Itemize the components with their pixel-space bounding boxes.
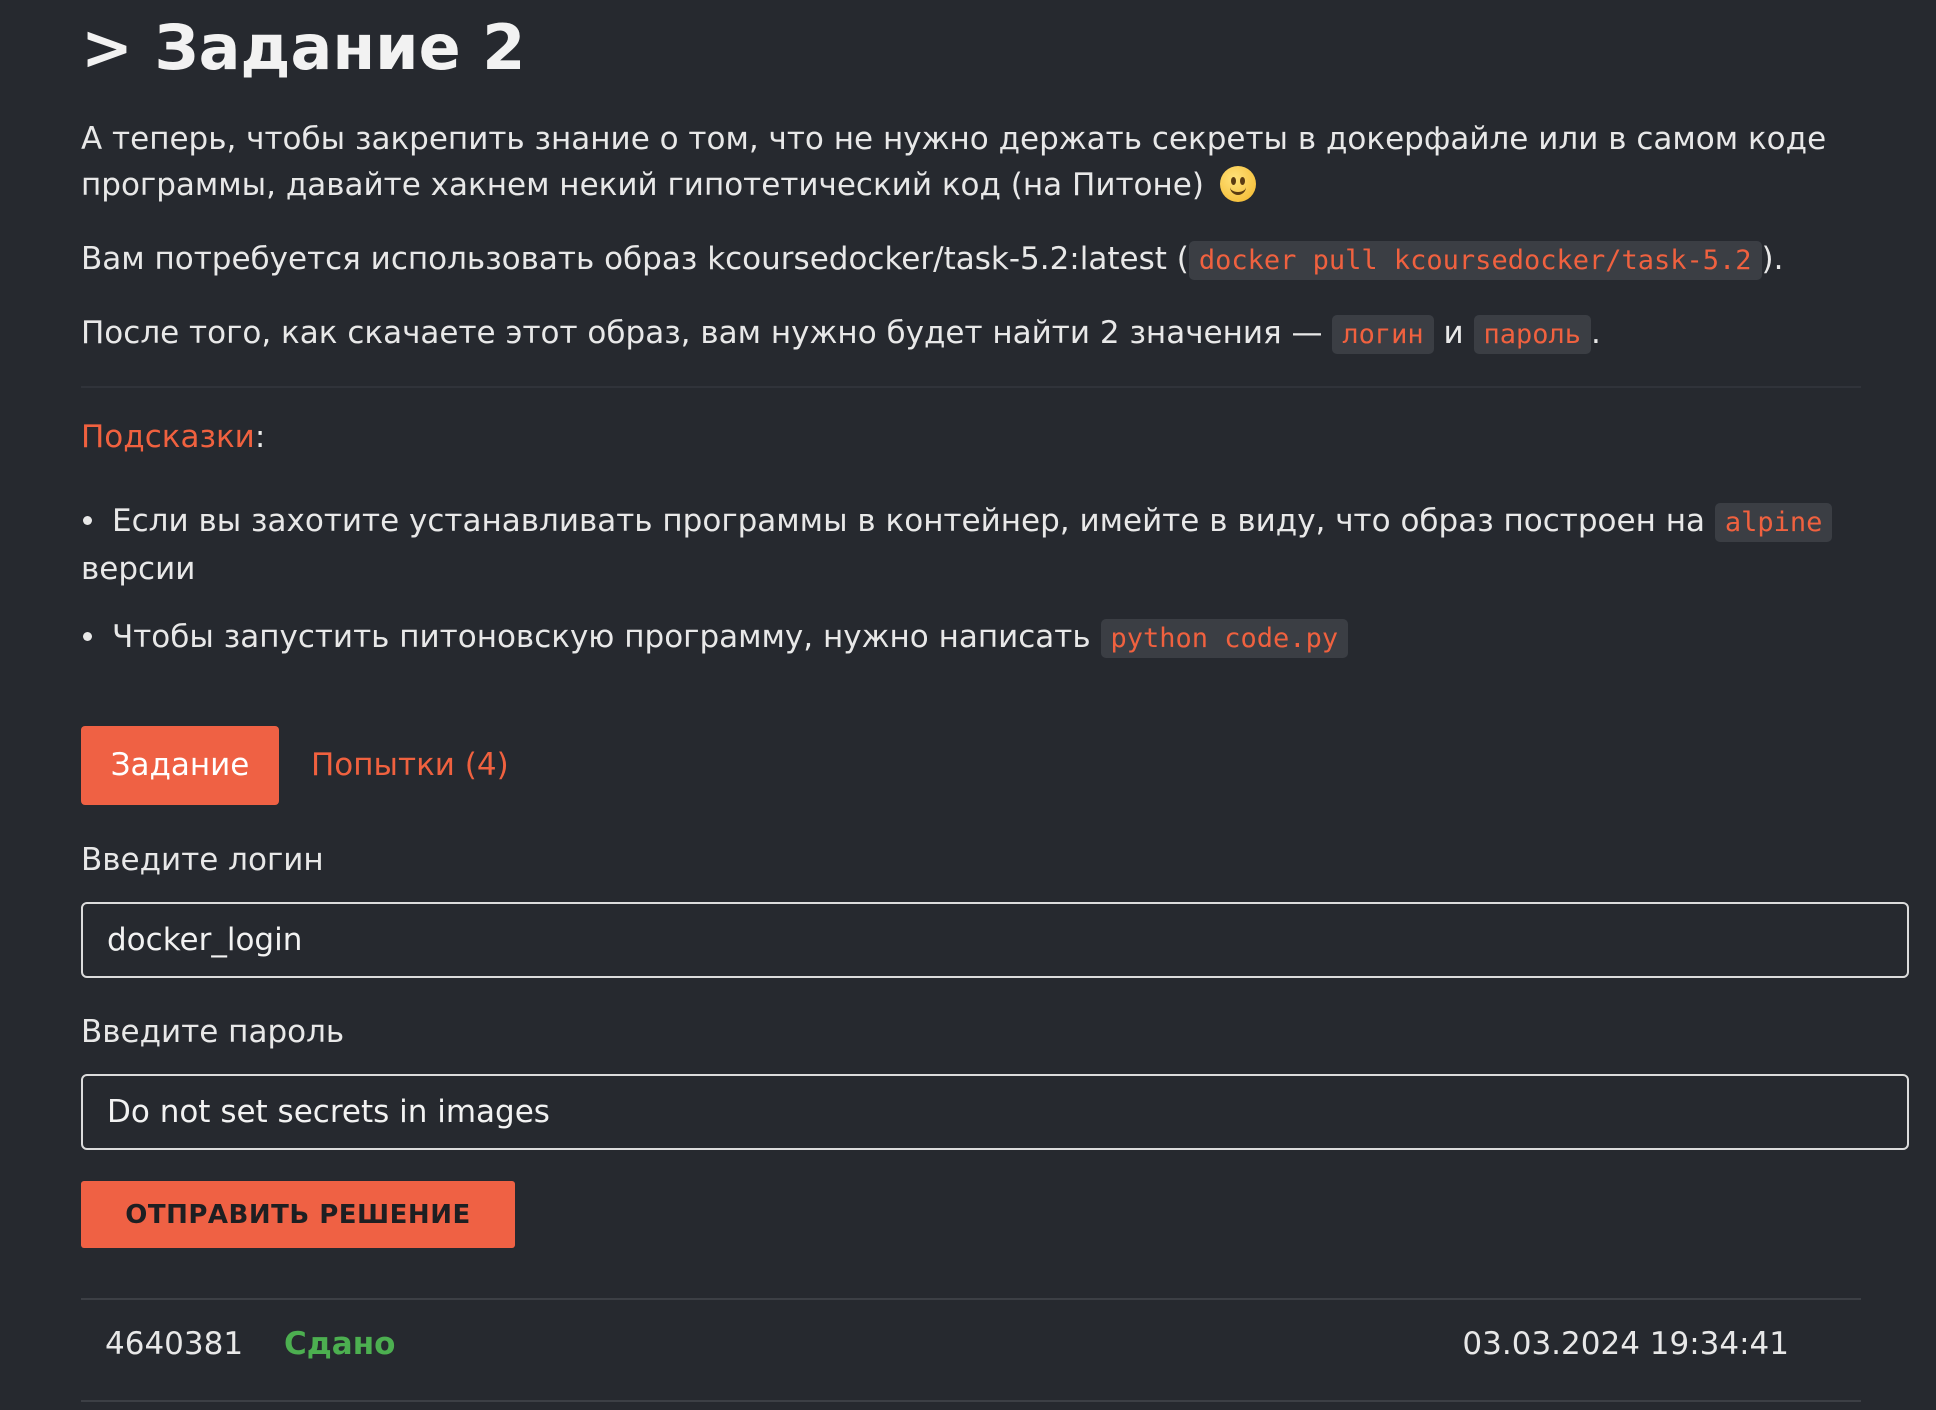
- hint-text: Если вы захотите устанавливать программы…: [112, 503, 1715, 539]
- image-paragraph: Вам потребуется использовать образ kcour…: [81, 236, 1783, 284]
- intro-line-2: программы, давайте хакнем некий гипотети…: [81, 167, 1204, 203]
- status-badge: Сдано: [284, 1326, 396, 1362]
- intro-paragraph: А теперь, чтобы закрепить знание о том, …: [81, 116, 1826, 208]
- find-values-paragraph: После того, как скачаете этот образ, вам…: [81, 310, 1601, 358]
- hint-text: Чтобы запустить питоновскую программу, н…: [112, 619, 1101, 655]
- attempt-id: 4640381: [105, 1326, 244, 1362]
- smile-emoji-icon: [1219, 166, 1256, 202]
- password-code: пароль: [1473, 315, 1592, 354]
- image-text-suffix: ).: [1761, 241, 1784, 277]
- hints-title: Подсказки: [81, 419, 255, 455]
- task-page: > Задание 2 А теперь, чтобы закрепить зн…: [0, 0, 1936, 1410]
- tab-attempts[interactable]: Попытки (4): [311, 726, 509, 805]
- attempt-date: 03.03.2024 19:34:41: [1462, 1326, 1789, 1362]
- bullet-icon: [83, 516, 92, 525]
- submit-solution-button[interactable]: ОТПРАВИТЬ РЕШЕНИЕ: [81, 1181, 515, 1248]
- hints-heading: Подсказки:: [81, 414, 265, 460]
- page-title: > Задание 2: [81, 11, 526, 84]
- alpine-code: alpine: [1714, 503, 1833, 542]
- attempt-row[interactable]: 4640381 Сдано 03.03.2024 19:34:41: [81, 1298, 1861, 1402]
- login-code: логин: [1332, 315, 1434, 354]
- find-text-suffix: .: [1591, 315, 1601, 351]
- docker-pull-code: docker pull kcoursedocker/task-5.2: [1188, 241, 1762, 280]
- image-text: Вам потребуется использовать образ kcour…: [81, 241, 1189, 277]
- hint-item-alpine: Если вы захотите устанавливать программы…: [81, 498, 1861, 592]
- password-label: Введите пароль: [81, 1014, 345, 1050]
- login-label: Введите логин: [81, 842, 324, 878]
- hint-item-python: Чтобы запустить питоновскую программу, н…: [81, 614, 1861, 662]
- intro-line-1: А теперь, чтобы закрепить знание о том, …: [81, 121, 1827, 157]
- hint-text-line2: версии: [81, 551, 196, 587]
- section-divider: [81, 386, 1861, 388]
- bullet-icon: [83, 632, 92, 641]
- tab-task[interactable]: Задание: [81, 726, 279, 805]
- password-input[interactable]: [81, 1074, 1909, 1150]
- find-text-and: и: [1433, 315, 1474, 351]
- login-input[interactable]: [81, 902, 1909, 978]
- hints-colon: :: [254, 419, 266, 455]
- python-code: python code.py: [1100, 619, 1349, 658]
- find-text: После того, как скачаете этот образ, вам…: [81, 315, 1333, 351]
